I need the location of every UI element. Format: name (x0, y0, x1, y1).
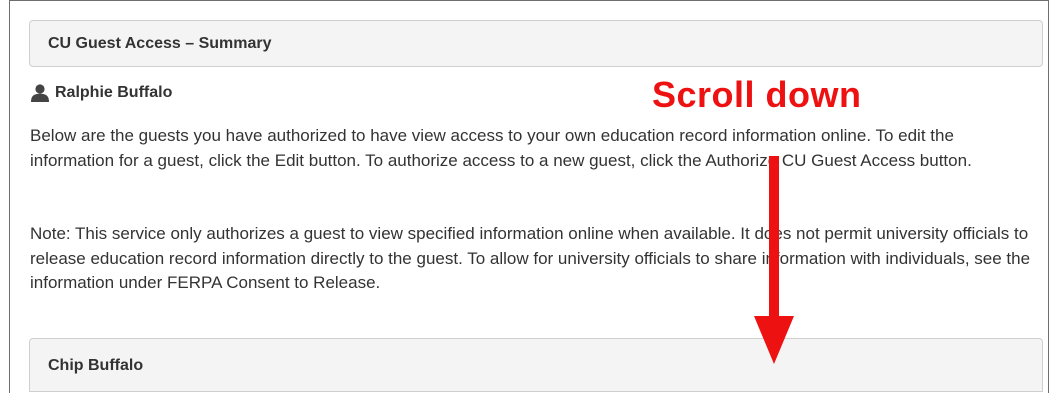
scroll-down-annotation: Scroll down (652, 74, 862, 115)
guest-name: Chip Buffalo (48, 356, 144, 374)
summary-panel-title: CU Guest Access – Summary (48, 34, 272, 52)
arrow-down-icon (754, 156, 794, 364)
summary-panel-header: CU Guest Access – Summary (29, 20, 1043, 67)
note-text: Note: This service only authorizes a gue… (30, 224, 1031, 293)
intro-text: Below are the guests you have authorized… (30, 126, 972, 170)
guest-panel-header[interactable]: Chip Buffalo (29, 338, 1043, 392)
user-row: Ralphie Buffalo (30, 84, 172, 102)
user-icon (30, 84, 50, 102)
user-name: Ralphie Buffalo (55, 84, 173, 101)
